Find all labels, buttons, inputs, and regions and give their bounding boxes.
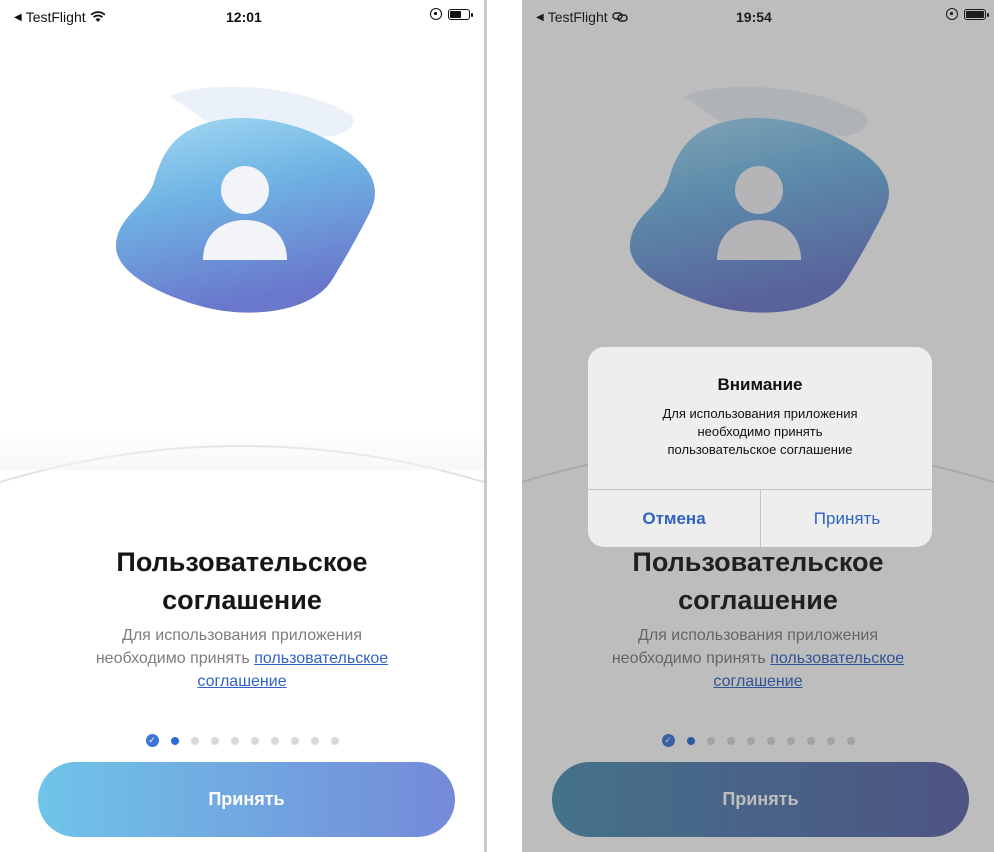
back-label: TestFlight [25, 9, 86, 25]
status-time: 12:01 [226, 9, 262, 25]
user-illustration-icon [115, 86, 375, 313]
pager-dot [190, 736, 199, 745]
alert-title: Внимание [717, 375, 803, 394]
alert-message-line3: пользовательское соглашение [667, 442, 853, 457]
alert-message: Для использования приложения необходимо … [608, 405, 912, 459]
pager-dot-completed: ✓ [145, 734, 159, 747]
screens-divider [484, 0, 487, 852]
pager-dot [330, 736, 339, 745]
pager-dot-current [170, 736, 179, 745]
orientation-lock-icon [430, 8, 442, 20]
pager-dot [210, 736, 219, 745]
alert-cancel-button[interactable]: Отмена [588, 490, 760, 547]
page-title-line2: соглашение [162, 585, 322, 615]
pager-dot [230, 736, 239, 745]
pager-dot [310, 736, 319, 745]
page-title-line1: Пользовательское [116, 547, 368, 577]
page-indicator: ✓ [0, 734, 484, 747]
status-right-icons [430, 8, 473, 20]
pager-dot [270, 736, 279, 745]
back-arrow-icon: ◀ [14, 11, 22, 23]
back-to-testflight[interactable]: ◀ TestFlight [14, 9, 106, 25]
page-title: Пользовательское соглашение [0, 543, 484, 619]
alert-accept-button[interactable]: Принять [761, 490, 932, 547]
desc-line1: Для использования приложения [121, 627, 363, 644]
agreement-link[interactable]: пользовательское [254, 650, 388, 667]
agreement-description: Для использования приложения необходимо … [40, 624, 444, 693]
wifi-icon [90, 11, 106, 22]
pager-dot [250, 736, 259, 745]
alert-message-line1: Для использования приложения [662, 406, 858, 421]
desc-line2-prefix: необходимо принять [95, 650, 250, 667]
left-screen: ◀ TestFlight 12:01 Пользовательское согл… [0, 0, 484, 852]
agreement-link-cont[interactable]: соглашение [197, 673, 286, 690]
accept-button[interactable]: Принять [38, 762, 455, 837]
alert-dialog: Внимание Для использования приложения не… [588, 347, 932, 547]
battery-icon [448, 8, 473, 20]
pager-dot [290, 736, 299, 745]
right-screen: ◀ TestFlight 19:54 Пользовательское согл… [522, 0, 994, 852]
status-bar: ◀ TestFlight 12:01 [0, 0, 484, 34]
alert-message-line2: необходимо принять [697, 424, 823, 439]
